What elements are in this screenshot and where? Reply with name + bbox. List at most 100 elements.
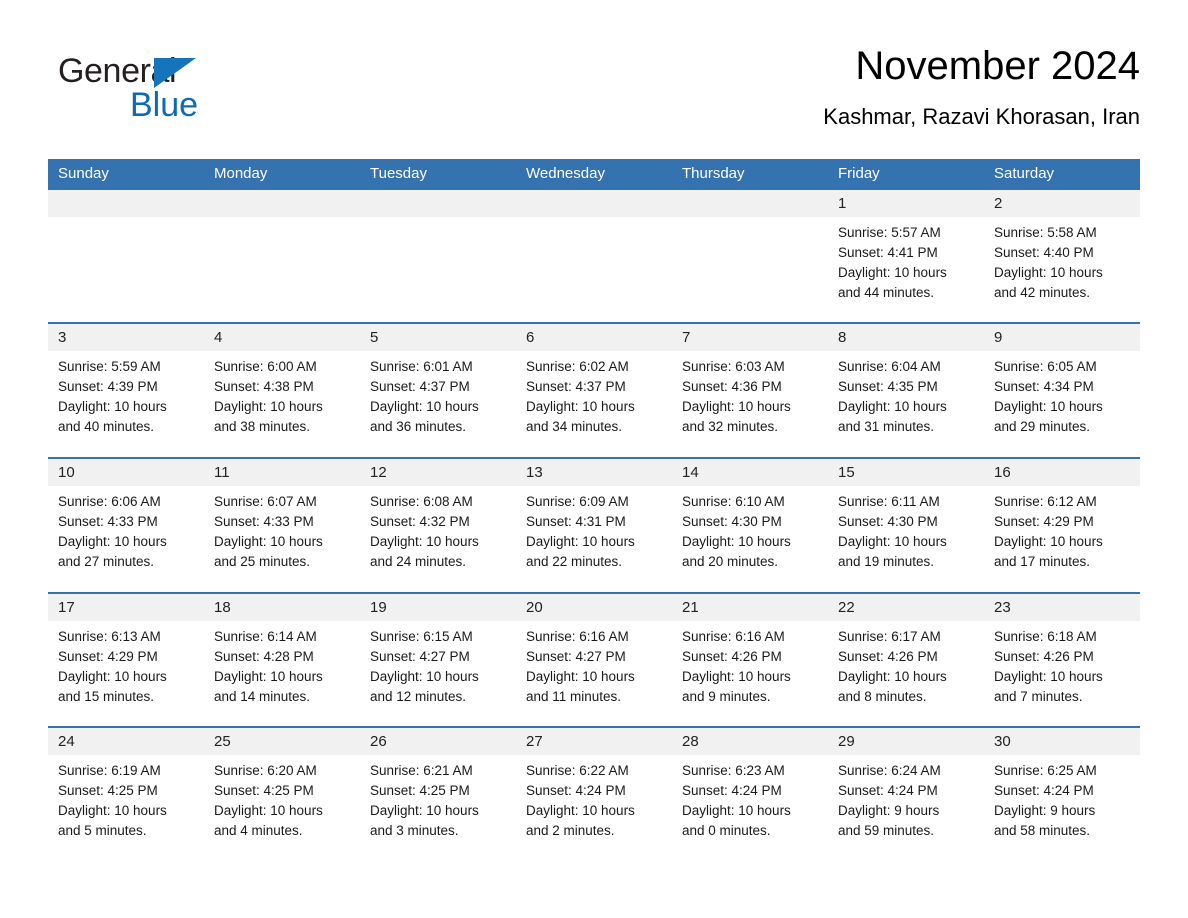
date-number[interactable]: 29 — [828, 728, 984, 755]
date-number[interactable]: 30 — [984, 728, 1140, 755]
day-cell[interactable]: Sunrise: 5:58 AM Sunset: 4:40 PM Dayligh… — [984, 217, 1140, 322]
sunset-text: Sunset: 4:39 PM — [58, 379, 158, 394]
date-number[interactable]: 13 — [516, 459, 672, 486]
daylight-text-line2: and 42 minutes. — [994, 285, 1091, 300]
day-cell[interactable]: Sunrise: 6:25 AM Sunset: 4:24 PM Dayligh… — [984, 755, 1140, 860]
day-cell[interactable]: Sunrise: 6:19 AM Sunset: 4:25 PM Dayligh… — [48, 755, 204, 860]
day-cell[interactable]: Sunrise: 6:17 AM Sunset: 4:26 PM Dayligh… — [828, 621, 984, 726]
date-number[interactable]: 18 — [204, 594, 360, 621]
day-cell[interactable] — [48, 217, 204, 322]
day-cell[interactable]: Sunrise: 6:03 AM Sunset: 4:36 PM Dayligh… — [672, 351, 828, 457]
daylight-text-line1: Daylight: 10 hours — [994, 669, 1103, 684]
date-number[interactable] — [204, 190, 360, 217]
day-cell[interactable]: Sunrise: 6:18 AM Sunset: 4:26 PM Dayligh… — [984, 621, 1140, 726]
day-cell[interactable]: Sunrise: 6:09 AM Sunset: 4:31 PM Dayligh… — [516, 486, 672, 592]
day-cell[interactable]: Sunrise: 6:21 AM Sunset: 4:25 PM Dayligh… — [360, 755, 516, 860]
date-number[interactable] — [672, 190, 828, 217]
day-cell[interactable]: Sunrise: 6:15 AM Sunset: 4:27 PM Dayligh… — [360, 621, 516, 726]
day-cell[interactable]: Sunrise: 6:11 AM Sunset: 4:30 PM Dayligh… — [828, 486, 984, 592]
date-number[interactable]: 9 — [984, 324, 1140, 351]
day-cell[interactable] — [516, 217, 672, 322]
sunset-text: Sunset: 4:34 PM — [994, 379, 1094, 394]
date-number[interactable]: 25 — [204, 728, 360, 755]
week-date-band: 3 4 5 6 7 8 9 — [48, 324, 1140, 351]
day-cell[interactable]: Sunrise: 6:13 AM Sunset: 4:29 PM Dayligh… — [48, 621, 204, 726]
day-cell[interactable]: Sunrise: 6:06 AM Sunset: 4:33 PM Dayligh… — [48, 486, 204, 592]
date-number[interactable]: 6 — [516, 324, 672, 351]
day-cell[interactable] — [672, 217, 828, 322]
day-cell[interactable]: Sunrise: 6:02 AM Sunset: 4:37 PM Dayligh… — [516, 351, 672, 457]
daylight-text-line1: Daylight: 10 hours — [370, 803, 479, 818]
daylight-text-line2: and 36 minutes. — [370, 419, 467, 434]
date-number[interactable]: 17 — [48, 594, 204, 621]
date-number[interactable]: 3 — [48, 324, 204, 351]
date-number[interactable] — [516, 190, 672, 217]
date-number[interactable]: 10 — [48, 459, 204, 486]
sunset-text: Sunset: 4:24 PM — [994, 783, 1094, 798]
day-cell[interactable]: Sunrise: 6:01 AM Sunset: 4:37 PM Dayligh… — [360, 351, 516, 457]
date-number[interactable]: 28 — [672, 728, 828, 755]
day-cell[interactable]: Sunrise: 6:20 AM Sunset: 4:25 PM Dayligh… — [204, 755, 360, 860]
day-cell[interactable]: Sunrise: 6:16 AM Sunset: 4:27 PM Dayligh… — [516, 621, 672, 726]
date-number[interactable]: 21 — [672, 594, 828, 621]
day-cell[interactable]: Sunrise: 6:00 AM Sunset: 4:38 PM Dayligh… — [204, 351, 360, 457]
week-date-band: 17 18 19 20 21 22 23 — [48, 594, 1140, 621]
date-number[interactable]: 24 — [48, 728, 204, 755]
date-number[interactable]: 11 — [204, 459, 360, 486]
daylight-text-line2: and 17 minutes. — [994, 554, 1091, 569]
day-cell[interactable]: Sunrise: 6:10 AM Sunset: 4:30 PM Dayligh… — [672, 486, 828, 592]
day-cell[interactable]: Sunrise: 6:14 AM Sunset: 4:28 PM Dayligh… — [204, 621, 360, 726]
date-number[interactable]: 23 — [984, 594, 1140, 621]
date-number[interactable]: 26 — [360, 728, 516, 755]
date-number[interactable]: 5 — [360, 324, 516, 351]
date-number[interactable]: 12 — [360, 459, 516, 486]
date-number[interactable]: 27 — [516, 728, 672, 755]
daylight-text-line2: and 15 minutes. — [58, 689, 155, 704]
day-cell[interactable]: Sunrise: 6:16 AM Sunset: 4:26 PM Dayligh… — [672, 621, 828, 726]
day-cell[interactable] — [360, 217, 516, 322]
week-row: 10 11 12 13 14 15 16 Sunrise: 6:06 AM Su… — [48, 457, 1140, 592]
daylight-text-line1: Daylight: 10 hours — [682, 669, 791, 684]
sunset-text: Sunset: 4:36 PM — [682, 379, 782, 394]
day-cell[interactable]: Sunrise: 6:24 AM Sunset: 4:24 PM Dayligh… — [828, 755, 984, 860]
day-cell[interactable] — [204, 217, 360, 322]
title-block: November 2024 Kashmar, Razavi Khorasan, … — [823, 40, 1140, 134]
daylight-text-line1: Daylight: 10 hours — [526, 803, 635, 818]
day-cell[interactable]: Sunrise: 6:08 AM Sunset: 4:32 PM Dayligh… — [360, 486, 516, 592]
day-cell[interactable]: Sunrise: 6:12 AM Sunset: 4:29 PM Dayligh… — [984, 486, 1140, 592]
sunset-text: Sunset: 4:38 PM — [214, 379, 314, 394]
date-number[interactable]: 8 — [828, 324, 984, 351]
date-number[interactable]: 4 — [204, 324, 360, 351]
day-cell[interactable]: Sunrise: 6:23 AM Sunset: 4:24 PM Dayligh… — [672, 755, 828, 860]
date-number[interactable]: 14 — [672, 459, 828, 486]
date-number[interactable]: 2 — [984, 190, 1140, 217]
date-number[interactable]: 1 — [828, 190, 984, 217]
week-row: 3 4 5 6 7 8 9 Sunrise: 5:59 AM Sunset: 4… — [48, 322, 1140, 457]
general-blue-logo[interactable]: General Blue — [58, 52, 218, 130]
date-number[interactable]: 19 — [360, 594, 516, 621]
day-cell[interactable]: Sunrise: 6:07 AM Sunset: 4:33 PM Dayligh… — [204, 486, 360, 592]
sunrise-text: Sunrise: 6:16 AM — [682, 629, 785, 644]
date-number[interactable]: 16 — [984, 459, 1140, 486]
date-number[interactable]: 15 — [828, 459, 984, 486]
logo-text-blue: Blue — [130, 86, 199, 124]
date-number[interactable]: 20 — [516, 594, 672, 621]
day-cell[interactable]: Sunrise: 5:57 AM Sunset: 4:41 PM Dayligh… — [828, 217, 984, 322]
week-detail-band: Sunrise: 6:19 AM Sunset: 4:25 PM Dayligh… — [48, 755, 1140, 860]
sunset-text: Sunset: 4:26 PM — [994, 649, 1094, 664]
week-row: 17 18 19 20 21 22 23 Sunrise: 6:13 AM Su… — [48, 592, 1140, 726]
day-cell[interactable]: Sunrise: 6:04 AM Sunset: 4:35 PM Dayligh… — [828, 351, 984, 457]
daylight-text-line2: and 31 minutes. — [838, 419, 935, 434]
date-number[interactable]: 22 — [828, 594, 984, 621]
day-cell[interactable]: Sunrise: 6:22 AM Sunset: 4:24 PM Dayligh… — [516, 755, 672, 860]
date-number[interactable] — [48, 190, 204, 217]
date-number[interactable]: 7 — [672, 324, 828, 351]
day-cell[interactable]: Sunrise: 6:05 AM Sunset: 4:34 PM Dayligh… — [984, 351, 1140, 457]
day-header-sunday: Sunday — [58, 165, 109, 182]
day-cell[interactable]: Sunrise: 5:59 AM Sunset: 4:39 PM Dayligh… — [48, 351, 204, 457]
sunrise-text: Sunrise: 6:05 AM — [994, 359, 1097, 374]
sunrise-text: Sunrise: 6:00 AM — [214, 359, 317, 374]
week-date-band: 1 2 — [48, 190, 1140, 217]
date-number[interactable] — [360, 190, 516, 217]
daylight-text-line1: Daylight: 9 hours — [838, 803, 940, 818]
